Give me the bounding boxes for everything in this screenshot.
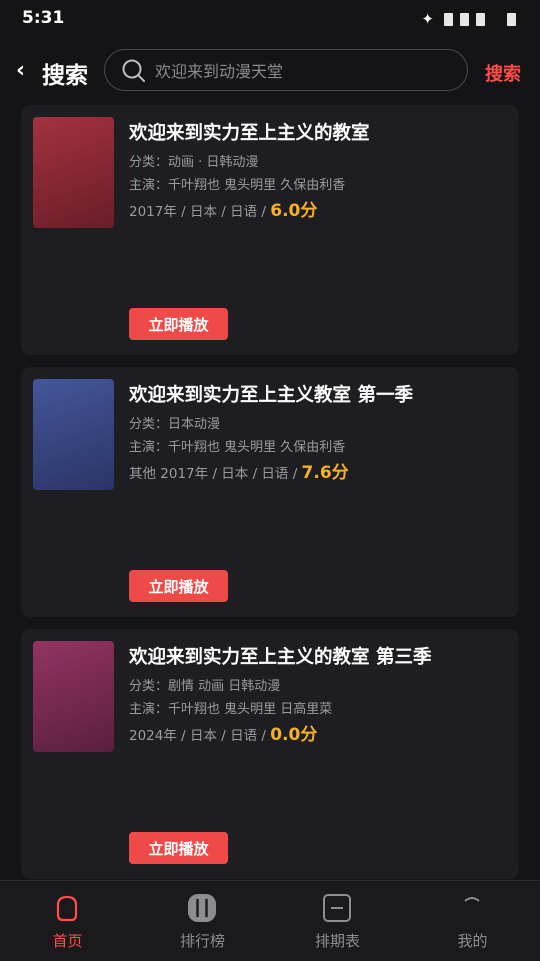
result-card[interactable]: 欢迎来到实力至上主义教室 第一季 分类：日本动漫 主演：千叶翔也 鬼头明里 久保… bbox=[21, 367, 519, 617]
status-time: 5:31 bbox=[22, 8, 65, 28]
result-list: 欢迎来到实力至上主义的教室 分类：动画 · 日韩动漫 主演：千叶翔也 鬼头明里 … bbox=[21, 105, 519, 891]
result-cast: 主演：千叶翔也 鬼头明里 久保由利香 bbox=[129, 440, 346, 455]
nav-label: 我的 bbox=[457, 932, 488, 950]
play-button[interactable]: 立即播放 bbox=[129, 570, 228, 602]
result-meta: 其他 2017年 / 日本 / 日语 / 7.6分 bbox=[129, 458, 349, 483]
result-score: 0.0分 bbox=[270, 725, 318, 745]
result-title[interactable]: 欢迎来到实力至上主义教室 第一季 bbox=[129, 381, 413, 407]
search-box[interactable] bbox=[104, 49, 468, 92]
schedule-icon bbox=[323, 894, 351, 922]
nav-label: 首页 bbox=[52, 932, 83, 950]
play-button[interactable]: 立即播放 bbox=[129, 308, 228, 340]
result-meta-text: 其他 2017年 / 日本 / 日语 / bbox=[129, 466, 302, 482]
nav-item-schedule[interactable]: 排期表 bbox=[270, 881, 405, 961]
search-header: ‹ 搜索 搜索 bbox=[0, 46, 540, 98]
result-cast: 主演：千叶翔也 鬼头明里 久保由利香 bbox=[129, 178, 346, 193]
home-icon bbox=[56, 895, 78, 922]
result-genre: 分类：动画 · 日韩动漫 bbox=[129, 155, 259, 170]
result-title[interactable]: 欢迎来到实力至上主义的教室 第三季 bbox=[129, 643, 431, 669]
result-card[interactable]: 欢迎来到实力至上主义的教室 分类：动画 · 日韩动漫 主演：千叶翔也 鬼头明里 … bbox=[21, 105, 519, 355]
page-title: 搜索 bbox=[42, 63, 88, 89]
result-meta: 2024年 / 日本 / 日语 / 0.0分 bbox=[129, 720, 317, 745]
poster-image[interactable] bbox=[33, 379, 114, 490]
back-icon[interactable]: ‹ bbox=[16, 58, 25, 83]
result-score: 7.6分 bbox=[301, 463, 349, 483]
result-score: 6.0分 bbox=[270, 201, 318, 221]
bottom-nav: 首页 排行榜 排期表 我的 bbox=[0, 880, 540, 961]
nav-item-profile[interactable]: 我的 bbox=[405, 881, 540, 961]
play-button[interactable]: 立即播放 bbox=[129, 832, 228, 864]
result-title[interactable]: 欢迎来到实力至上主义的教室 bbox=[129, 119, 370, 145]
ranking-icon bbox=[188, 894, 216, 922]
poster-image[interactable] bbox=[33, 117, 114, 228]
search-button[interactable]: 搜索 bbox=[485, 60, 521, 86]
result-meta-text: 2024年 / 日本 / 日语 / bbox=[129, 728, 271, 744]
search-icon bbox=[122, 59, 145, 82]
poster-image[interactable] bbox=[33, 641, 114, 752]
result-cast: 主演：千叶翔也 鬼头明里 日高里菜 bbox=[129, 702, 333, 717]
wifi-icon bbox=[476, 12, 485, 26]
status-icons: ✦ bbox=[421, 10, 516, 28]
signal-icon bbox=[444, 12, 453, 26]
result-genre: 分类：日本动漫 bbox=[129, 417, 221, 432]
result-meta: 2017年 / 日本 / 日语 / 6.0分 bbox=[129, 196, 317, 221]
nav-item-ranking[interactable]: 排行榜 bbox=[135, 881, 270, 961]
nav-label: 排期表 bbox=[314, 932, 360, 950]
profile-icon bbox=[464, 897, 480, 902]
nav-label: 排行榜 bbox=[179, 932, 225, 950]
result-card[interactable]: 欢迎来到实力至上主义的教室 第三季 分类：剧情 动画 日韩动漫 主演：千叶翔也 … bbox=[21, 629, 519, 879]
search-input[interactable] bbox=[153, 50, 457, 92]
result-meta-text: 2017年 / 日本 / 日语 / bbox=[129, 204, 271, 220]
result-genre: 分类：剧情 动画 日韩动漫 bbox=[129, 679, 281, 694]
signal-icon bbox=[460, 12, 469, 26]
nav-item-home[interactable]: 首页 bbox=[0, 881, 135, 961]
sparkle-icon: ✦ bbox=[421, 10, 434, 28]
battery-icon bbox=[507, 12, 516, 26]
status-bar: 5:31 ✦ bbox=[0, 0, 540, 38]
